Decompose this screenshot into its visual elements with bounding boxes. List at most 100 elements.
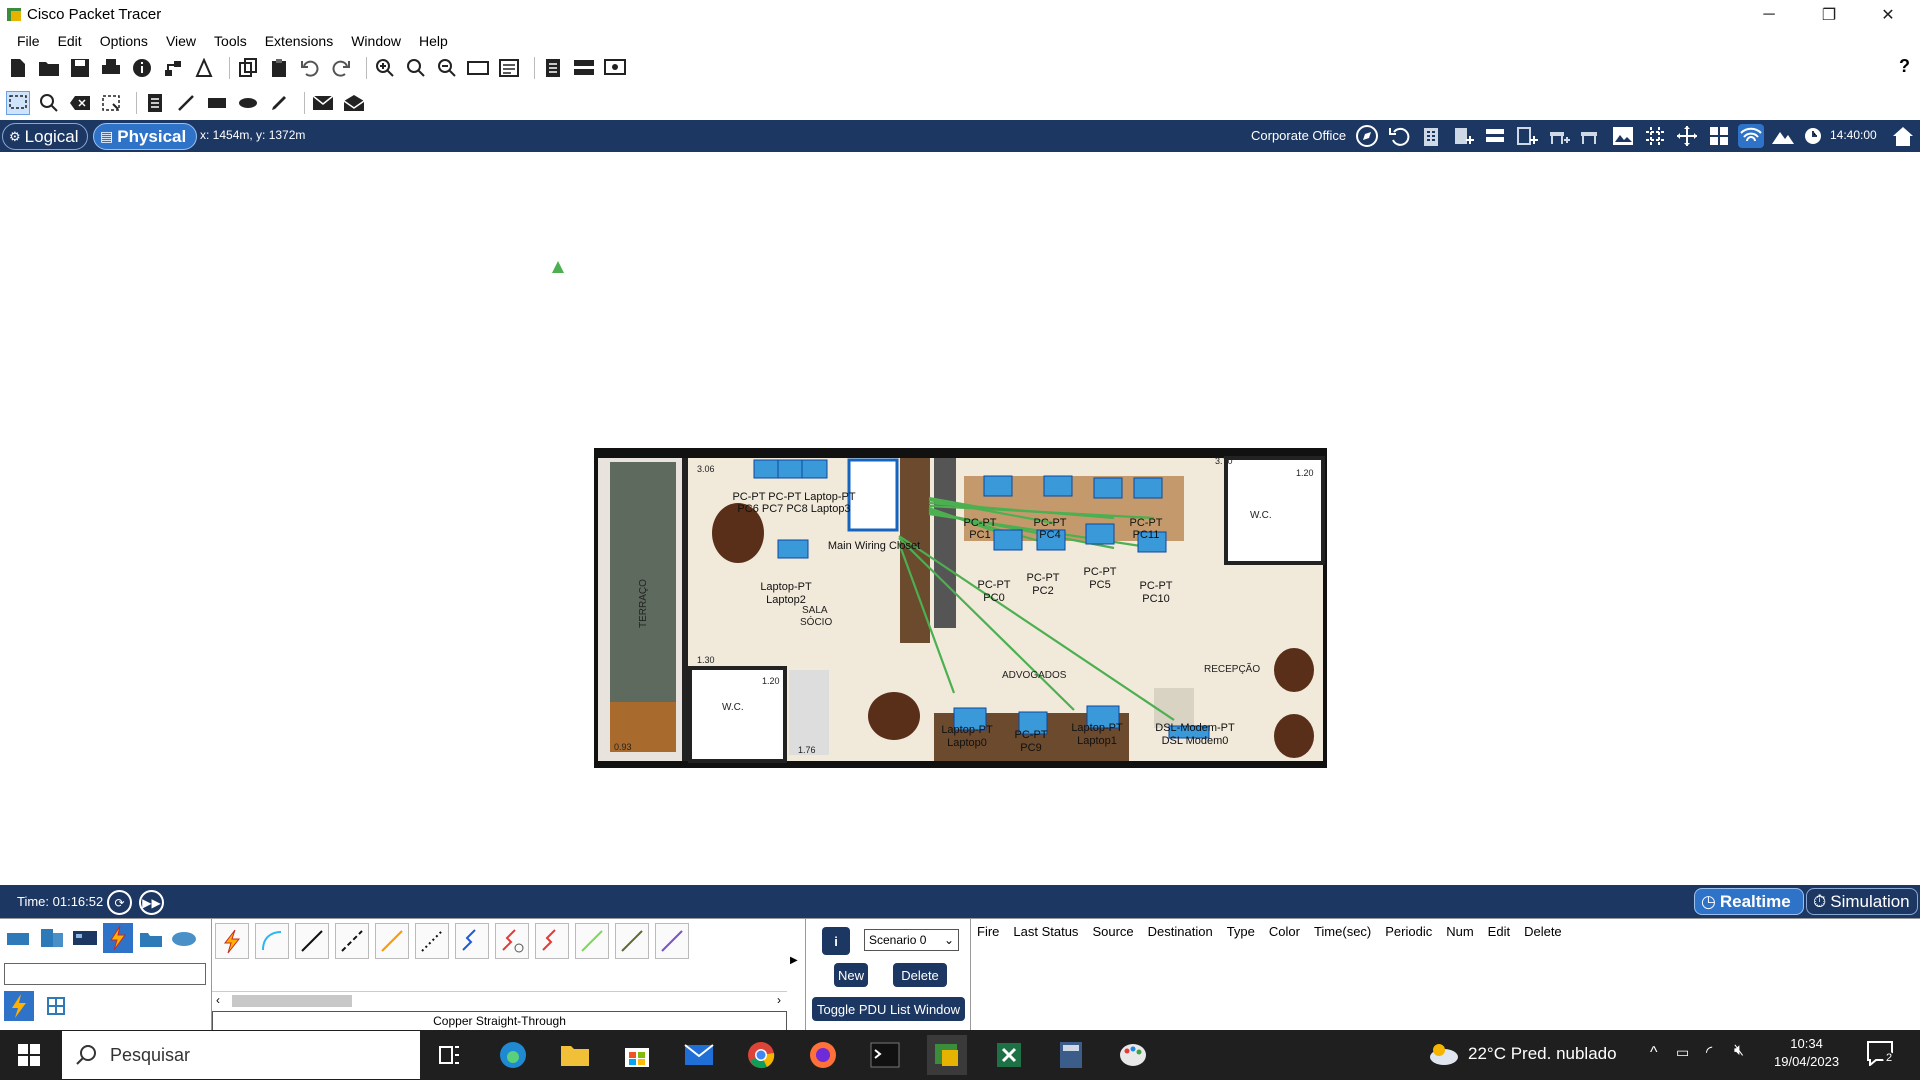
add-complex-pdu-button[interactable] bbox=[342, 91, 366, 115]
terminal-app[interactable] bbox=[865, 1035, 905, 1075]
paint-app[interactable] bbox=[1113, 1035, 1153, 1075]
wireless-range-button[interactable] bbox=[1738, 124, 1764, 148]
battery-icon[interactable]: ▭ bbox=[1676, 1044, 1689, 1061]
new-desk-button[interactable] bbox=[1578, 124, 1604, 148]
select-tool-button[interactable] bbox=[6, 91, 30, 115]
phone-cable[interactable] bbox=[415, 923, 449, 959]
physical-workspace-canvas[interactable]: TERRAÇO SALA SÓCIO ADVOGADOS RECEPÇÃO W.… bbox=[0, 152, 1920, 885]
draw-rectangle-button[interactable] bbox=[205, 91, 229, 115]
cluster-marker-icon[interactable] bbox=[551, 260, 565, 274]
volume-muted-icon[interactable]: 🔇︎ bbox=[1734, 1042, 1744, 1060]
undo-button[interactable] bbox=[298, 56, 322, 80]
minimize-button[interactable]: ─ bbox=[1741, 0, 1797, 30]
place-note-button[interactable] bbox=[143, 91, 167, 115]
fast-forward-button[interactable]: ▶▶ bbox=[139, 890, 164, 915]
main-wiring-closet-box[interactable] bbox=[847, 458, 899, 532]
zoom-out-button[interactable] bbox=[435, 56, 459, 80]
zoom-reset-button[interactable] bbox=[404, 56, 428, 80]
menu-options[interactable]: Options bbox=[91, 30, 157, 52]
collapse-panel-icon[interactable]: ▶ bbox=[790, 955, 798, 966]
freeform-button[interactable] bbox=[267, 91, 291, 115]
menu-help[interactable]: Help bbox=[410, 30, 457, 52]
scroll-right-icon[interactable]: › bbox=[777, 993, 781, 1007]
home-button[interactable] bbox=[1890, 124, 1916, 148]
network-info-button[interactable] bbox=[161, 56, 185, 80]
firefox-app[interactable] bbox=[803, 1035, 843, 1075]
zoom-in-button[interactable] bbox=[373, 56, 397, 80]
notifications-button[interactable]: 2 bbox=[1866, 1040, 1898, 1070]
device-search-input[interactable] bbox=[4, 963, 206, 985]
fiber-cable[interactable] bbox=[375, 923, 409, 959]
mail-app[interactable] bbox=[679, 1035, 719, 1075]
toggle-pdu-list-button[interactable]: Toggle PDU List Window bbox=[812, 997, 965, 1021]
grid-button[interactable] bbox=[1642, 124, 1668, 148]
physical-tab[interactable]: ▤ Physical bbox=[93, 123, 197, 150]
copy-button[interactable] bbox=[236, 56, 260, 80]
new-building-button[interactable] bbox=[1418, 124, 1444, 148]
logical-tab[interactable]: ⚙ Logical bbox=[2, 123, 88, 150]
components-icon[interactable] bbox=[70, 923, 100, 953]
delete-tool-button[interactable] bbox=[68, 91, 92, 115]
menu-tools[interactable]: Tools bbox=[205, 30, 256, 52]
end-devices-icon[interactable] bbox=[37, 923, 67, 953]
menu-view[interactable]: View bbox=[157, 30, 205, 52]
power-cycle-button[interactable]: ⟳ bbox=[107, 890, 132, 915]
network-wifi-icon[interactable]: ◜ bbox=[1706, 1042, 1712, 1062]
copper-straight-through-cable[interactable] bbox=[295, 923, 329, 959]
realtime-mode-button[interactable]: ◷ Realtime bbox=[1694, 888, 1804, 915]
close-button[interactable]: ✕ bbox=[1860, 0, 1916, 30]
menu-file[interactable]: File bbox=[8, 30, 49, 52]
new-rack-button[interactable] bbox=[1514, 124, 1540, 148]
iot-custom-cable[interactable] bbox=[615, 923, 649, 959]
inspect-tool-button[interactable] bbox=[37, 91, 61, 115]
usb-cable[interactable] bbox=[655, 923, 689, 959]
serial-dte-cable[interactable] bbox=[535, 923, 569, 959]
new-scenario-button[interactable]: New bbox=[834, 963, 868, 987]
scroll-left-icon[interactable]: ‹ bbox=[216, 993, 220, 1007]
info-button[interactable] bbox=[130, 56, 154, 80]
ipc-button[interactable] bbox=[603, 56, 627, 80]
drawing-palette-button[interactable] bbox=[466, 56, 490, 80]
start-button[interactable] bbox=[0, 1030, 58, 1080]
menu-window[interactable]: Window bbox=[342, 30, 410, 52]
back-button[interactable] bbox=[1386, 124, 1412, 148]
packet-tracer-app[interactable] bbox=[927, 1035, 967, 1075]
menu-extensions[interactable]: Extensions bbox=[256, 30, 342, 52]
notes-button[interactable] bbox=[541, 56, 565, 80]
excel-app[interactable] bbox=[989, 1035, 1029, 1075]
restore-button[interactable]: ❐ bbox=[1801, 0, 1857, 30]
paste-button[interactable] bbox=[267, 56, 291, 80]
file-explorer-app[interactable] bbox=[555, 1035, 595, 1075]
time-button[interactable] bbox=[1802, 124, 1828, 148]
calculator-app[interactable] bbox=[1051, 1035, 1091, 1075]
connection-list-scrollbar[interactable]: ‹ › bbox=[212, 991, 787, 1009]
tray-clock[interactable]: 10:34 19/04/2023 bbox=[1774, 1036, 1839, 1069]
taskbar-search-input[interactable]: Pesquisar bbox=[62, 1031, 420, 1079]
navigation-button[interactable] bbox=[1354, 124, 1380, 148]
add-simple-pdu-button[interactable] bbox=[311, 91, 335, 115]
scenario-select[interactable]: Scenario 0 ⌄ bbox=[864, 929, 959, 951]
serial-dce-cable[interactable] bbox=[495, 923, 529, 959]
connections-icon[interactable] bbox=[103, 923, 133, 953]
redo-button[interactable] bbox=[329, 56, 353, 80]
structured-cabling-icon[interactable] bbox=[46, 996, 66, 1016]
network-devices-icon[interactable] bbox=[4, 923, 34, 953]
draw-ellipse-button[interactable] bbox=[236, 91, 260, 115]
environment-button[interactable] bbox=[1770, 124, 1796, 148]
store-app[interactable] bbox=[617, 1035, 657, 1075]
resize-shape-button[interactable] bbox=[99, 91, 123, 115]
simulation-mode-button[interactable]: ⏱ Simulation bbox=[1806, 888, 1918, 915]
multiuser-connection-icon[interactable] bbox=[169, 923, 199, 953]
help-icon[interactable]: ? bbox=[1899, 56, 1910, 77]
copper-cross-over-cable[interactable] bbox=[335, 923, 369, 959]
coaxial-cable[interactable] bbox=[455, 923, 489, 959]
console-cable[interactable] bbox=[255, 923, 289, 959]
edge-app[interactable] bbox=[493, 1035, 533, 1075]
automatic-connection[interactable] bbox=[215, 923, 249, 959]
scenario-info-button[interactable]: i bbox=[822, 927, 850, 955]
chrome-app[interactable] bbox=[741, 1035, 781, 1075]
connections-subcategory-icon[interactable] bbox=[4, 991, 34, 1021]
open-button[interactable] bbox=[37, 56, 61, 80]
save-button[interactable] bbox=[68, 56, 92, 80]
new-closet-button[interactable] bbox=[1450, 124, 1476, 148]
